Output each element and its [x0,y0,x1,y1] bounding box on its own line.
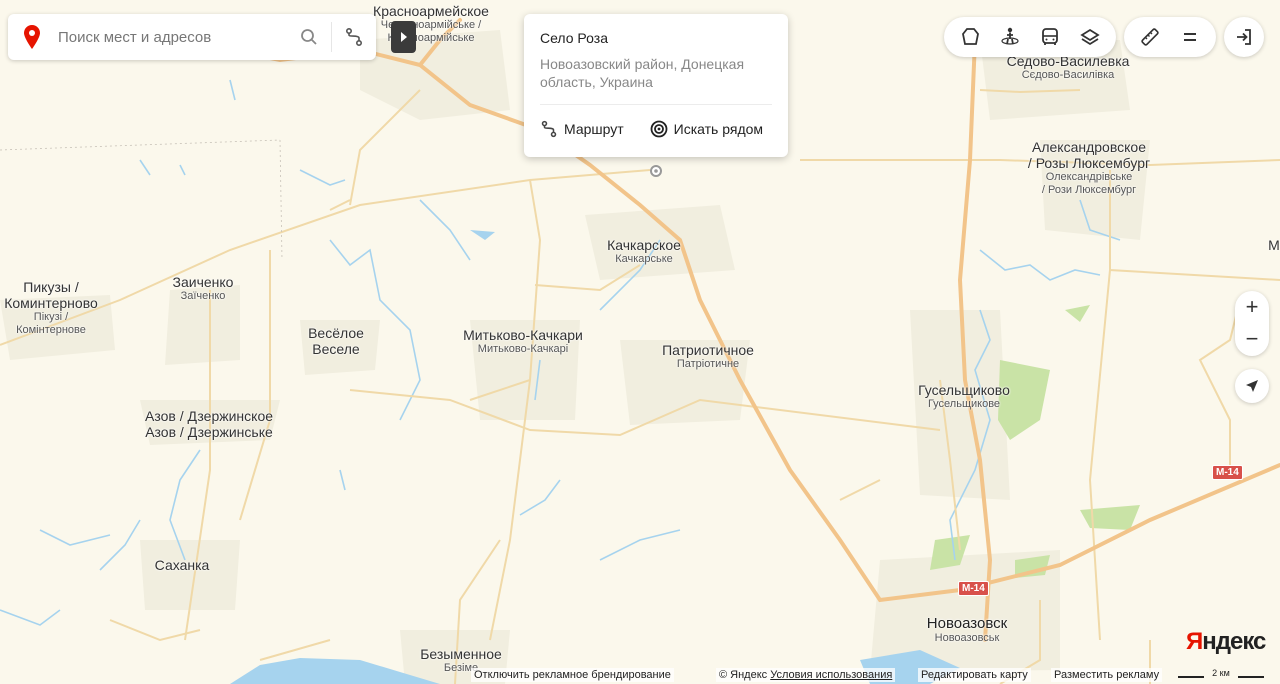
geolocation-button[interactable] [1235,369,1269,403]
place-card-title: Село Роза [540,30,608,46]
copyright-notice: © Яндекс Условия использования [716,668,896,682]
place-sedovo-vasilevka[interactable]: Седово-Василевка Сєдово-Василівка [1007,53,1130,82]
panorama-button[interactable] [990,17,1030,57]
place-azov[interactable]: Азов / Дзержинское Азов / Дзержинське [145,408,273,440]
place-kachkarskoe[interactable]: Качкарское Качкарське [607,237,681,266]
place-guselshchikovo[interactable]: Гусельщиково Гусельщикове [918,382,1010,411]
traffic-button[interactable] [950,17,990,57]
place-alexandrovskoe[interactable]: Александровское / Розы Люксембург Олекса… [1028,139,1150,196]
yandex-maps-pin-icon[interactable] [8,25,56,49]
panorama-icon [1001,27,1019,45]
traffic-icon [962,28,979,45]
route-icon [541,120,557,138]
zoom-in-button[interactable]: + [1235,291,1269,323]
search-nearby-label: Искать рядом [673,121,764,137]
zoom-out-button[interactable]: − [1235,323,1269,355]
road-shield-m14: М-14 [1212,465,1243,480]
place-zaichenko[interactable]: Заиченко Заїченко [173,274,234,303]
place-novoazovsk[interactable]: Новоазовск Новоазовськ [927,615,1007,645]
route-icon [345,27,363,47]
bus-icon [1042,28,1058,45]
edit-map-link[interactable]: Редактировать карту [918,668,1031,682]
zoom-control: + − [1235,291,1269,356]
layers-button[interactable] [1070,17,1110,57]
location-arrow-icon [1246,380,1258,392]
ruler-icon [1141,28,1159,46]
target-icon [650,120,668,138]
menu-icon [1184,33,1196,41]
yandex-logo: Яндекс [1186,628,1266,655]
collapse-panel-button[interactable] [391,21,416,53]
advertise-link[interactable]: Разместить рекламу [1051,668,1163,682]
route-action-label: Маршрут [564,121,624,137]
place-veseloe[interactable]: Весёлое Веселе [308,325,364,357]
login-icon [1237,29,1251,45]
transport-button[interactable] [1030,17,1070,57]
search-nearby-button[interactable]: Искать рядом [650,120,763,138]
search-panel [8,14,376,60]
road-shield-m14: М-14 [958,581,989,596]
disable-branding-link[interactable]: Отключить рекламное брендирование [471,668,674,682]
search-button[interactable] [287,14,331,60]
terms-link[interactable]: Условия использования [770,669,892,681]
chevron-right-icon [400,32,407,42]
place-card: Село Роза Новоазовский район, Донецкая о… [524,14,788,157]
scale-label: 2 км [1212,668,1230,678]
scale-bar: 2 км [1178,668,1264,682]
ruler-button[interactable] [1130,17,1170,57]
login-button[interactable] [1224,17,1264,57]
tools-toolbar [1124,17,1216,57]
divider [540,104,772,105]
place-mitkovo-kachkari[interactable]: Митьково-Качкари Митьково-Качкарі [463,327,583,356]
map-layers-toolbar [944,17,1116,57]
place-partial-m[interactable]: М [1268,237,1280,253]
route-button[interactable] [332,14,376,60]
search-input[interactable] [56,27,287,47]
layers-icon [1080,28,1100,46]
menu-button[interactable] [1170,17,1210,57]
search-icon [301,29,317,45]
place-patriotichnoe[interactable]: Патриотичное Патріотичне [662,342,754,371]
place-pikuzy[interactable]: Пикузы / Коминтерново Пікузі / Комінтерн… [4,279,98,336]
place-sakhanka[interactable]: Саханка [155,557,210,573]
route-action-button[interactable]: Маршрут [540,120,624,138]
place-card-address: Новоазовский район, Донецкая область, Ук… [540,56,745,90]
